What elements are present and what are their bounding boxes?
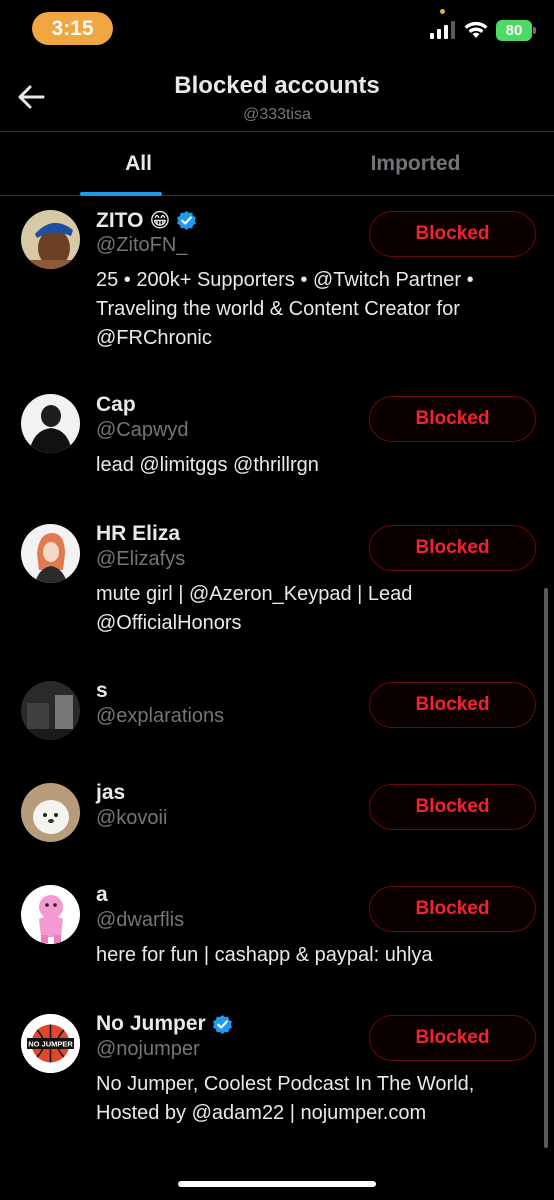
account-name-line: No Jumper xyxy=(96,1012,233,1036)
account-name: No Jumper xyxy=(96,1012,206,1035)
account-name-line: a xyxy=(96,883,108,907)
status-icons: 80 xyxy=(430,18,536,42)
tab-all[interactable]: All xyxy=(0,132,277,196)
avatar[interactable] xyxy=(21,681,80,740)
account-name: ZITO xyxy=(96,208,144,232)
avatar[interactable]: NO JUMPER xyxy=(21,1014,80,1073)
account-bio: lead @limitggs @thrillrgn xyxy=(96,454,319,476)
account-handle: @explarations xyxy=(96,705,225,727)
avatar[interactable] xyxy=(21,394,80,453)
page-subtitle: @333tisa xyxy=(243,106,311,123)
signal-icon xyxy=(430,21,455,39)
account-name: Cap xyxy=(96,393,136,416)
account-bio: 25 • 200k+ Supporters • @Twitch Partner … xyxy=(96,269,474,349)
status-time: 3:15 xyxy=(32,12,113,45)
blocked-button[interactable]: Blocked xyxy=(369,525,536,571)
account-name: a xyxy=(96,883,108,906)
account-handle: @kovoii xyxy=(96,807,168,829)
blocked-button[interactable]: Blocked xyxy=(369,1015,536,1061)
home-indicator[interactable] xyxy=(178,1181,376,1187)
blocked-button[interactable]: Blocked xyxy=(369,211,536,257)
tab-bar: All Imported xyxy=(0,132,554,196)
blocked-button[interactable]: Blocked xyxy=(369,784,536,830)
verified-badge-icon xyxy=(177,210,197,231)
battery-icon: 80 xyxy=(496,19,536,41)
account-bio: here for fun | cashapp & paypal: uhlya xyxy=(96,944,433,966)
account-handle: @Elizafys xyxy=(96,548,186,570)
tab-imported[interactable]: Imported xyxy=(277,132,554,195)
account-handle: @nojumper xyxy=(96,1038,200,1060)
header: Blocked accounts @333tisa xyxy=(0,56,554,132)
avatar[interactable] xyxy=(21,783,80,842)
active-tab-indicator xyxy=(80,192,162,196)
grinning-emoji-icon: 😁 xyxy=(149,210,171,232)
blocked-button[interactable]: Blocked xyxy=(369,682,536,728)
tab-all-label: All xyxy=(125,151,152,175)
blocked-button[interactable]: Blocked xyxy=(369,396,536,442)
account-name-line: ZITO 😁 xyxy=(96,208,197,233)
account-bio: No Jumper, Coolest Podcast In The World,… xyxy=(96,1073,475,1124)
account-name-line: jas xyxy=(96,781,125,805)
status-bar: 3:15 80 xyxy=(0,0,554,56)
account-bio: mute girl | @Azeron_Keypad | Lead @Offic… xyxy=(96,583,413,634)
avatar[interactable] xyxy=(21,524,80,583)
account-name-line: HR Eliza xyxy=(96,522,180,546)
avatar[interactable] xyxy=(21,210,80,269)
account-name-line: Cap xyxy=(96,393,136,417)
account-name: jas xyxy=(96,781,126,804)
account-name-line: s xyxy=(96,679,108,703)
blocked-button[interactable]: Blocked xyxy=(369,886,536,932)
account-handle: @ZitoFN_ xyxy=(96,234,188,256)
account-name: s xyxy=(96,679,108,702)
avatar[interactable] xyxy=(21,885,80,944)
account-name: HR Eliza xyxy=(96,522,181,545)
privacy-indicator-dot xyxy=(440,9,445,14)
account-handle: @dwarflis xyxy=(96,909,185,931)
account-handle: @Capwyd xyxy=(96,419,189,441)
verified-badge-icon xyxy=(212,1014,232,1034)
wifi-icon xyxy=(464,21,488,38)
page-title: Blocked accounts xyxy=(174,72,380,99)
scrollbar[interactable] xyxy=(544,588,548,1148)
tab-imported-label: Imported xyxy=(370,151,461,175)
avatar-logo-text: NO JUMPER xyxy=(28,1040,73,1049)
battery-level: 80 xyxy=(505,21,523,39)
